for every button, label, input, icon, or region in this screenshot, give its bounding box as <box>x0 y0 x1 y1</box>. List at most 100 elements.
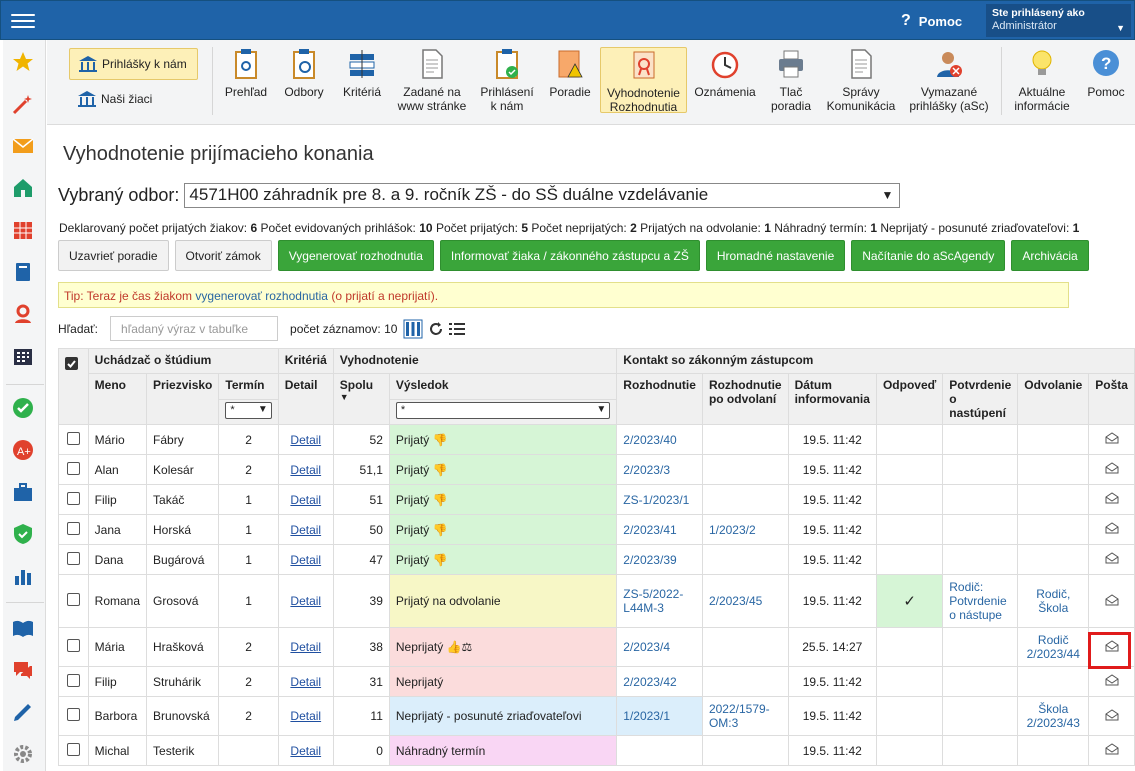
col-potvrdenie[interactable]: Potvrdenie o nastúpení <box>942 373 1019 425</box>
kriteria-button[interactable]: Kritériá <box>336 48 388 99</box>
pen-icon[interactable] <box>11 700 35 724</box>
row-checkbox[interactable] <box>66 431 80 445</box>
row-checkbox[interactable] <box>66 673 80 687</box>
mail-open-icon[interactable] <box>1105 743 1119 755</box>
col-priezvisko[interactable]: Priezvisko <box>146 373 220 425</box>
prehlad-button[interactable]: Prehľad <box>218 48 274 99</box>
home-icon[interactable] <box>11 176 35 200</box>
detail-link[interactable]: Detail <box>290 433 321 447</box>
spravy-komunikacia-button[interactable]: Správy Komunikácia <box>824 48 898 113</box>
detail-link[interactable]: Detail <box>290 463 321 477</box>
row-checkbox[interactable] <box>66 708 80 721</box>
detail-link[interactable]: Detail <box>290 640 321 654</box>
nasi-ziaci-button[interactable]: Naši žiaci <box>69 83 198 115</box>
row-checkbox[interactable] <box>66 742 80 756</box>
mail-open-icon[interactable] <box>1105 522 1119 534</box>
pomoc-button[interactable]: ? Pomoc <box>1082 48 1130 99</box>
rozhodnutie-po-odvolani-link[interactable]: 2022/1579-OM:3 <box>709 702 770 730</box>
rozhodnutie-link[interactable]: ZS-5/2022-L44M-3 <box>623 587 683 615</box>
row-checkbox[interactable] <box>66 551 80 565</box>
nacitanie-do-ascagendy-button[interactable]: Načítanie do aScAgendy <box>851 240 1006 271</box>
help-link[interactable]: ? Pomoc <box>901 12 962 30</box>
col-odvolanie[interactable]: Odvolanie <box>1017 373 1090 425</box>
row-checkbox[interactable] <box>66 461 80 475</box>
otvorit-zamok-button[interactable]: Otvoriť zámok <box>174 240 272 271</box>
mail-open-icon[interactable] <box>1105 674 1119 686</box>
col-posta[interactable]: Pošta <box>1088 373 1135 425</box>
check-circle-icon[interactable] <box>11 396 35 420</box>
user-menu[interactable]: Ste prihlásený ako Administrátor ▼ <box>986 4 1131 37</box>
briefcase-icon[interactable] <box>11 480 35 504</box>
col-meno[interactable]: Meno <box>87 373 148 425</box>
detail-link[interactable]: Detail <box>290 709 321 723</box>
mail-open-icon[interactable] <box>1105 593 1119 606</box>
rozhodnutie-link[interactable]: ZS-1/2023/1 <box>623 493 689 507</box>
rozhodnutie-link[interactable]: 2/2023/39 <box>623 553 676 567</box>
aktualne-informacie-button[interactable]: Aktuálne informácie <box>1010 48 1074 113</box>
detail-link[interactable]: Detail <box>290 553 321 567</box>
rozhodnutie-link[interactable]: 2/2023/40 <box>623 433 676 447</box>
col-datum-informovania[interactable]: Dátum informovania <box>787 373 877 425</box>
rozhodnutie-link[interactable]: 1/2023/1 <box>623 709 670 723</box>
grade-icon[interactable]: A+ <box>11 438 35 462</box>
magic-wand-icon[interactable] <box>11 92 35 116</box>
menu-icon[interactable] <box>11 10 35 30</box>
envelope-icon[interactable] <box>11 134 35 158</box>
row-checkbox[interactable] <box>66 491 80 505</box>
col-rozhodnutie[interactable]: Rozhodnutie <box>616 373 703 425</box>
rozhodnutie-link[interactable]: 2/2023/3 <box>623 463 670 477</box>
col-spolu[interactable]: Spolu ▼ <box>332 373 390 425</box>
open-book-icon[interactable] <box>11 616 35 640</box>
mail-open-icon[interactable] <box>1105 462 1119 474</box>
zadane-na-www-button[interactable]: Zadané na www stránke <box>393 48 471 113</box>
col-vysledok[interactable]: Výsledok <box>388 372 618 401</box>
detail-link[interactable]: Detail <box>290 594 321 608</box>
book-icon[interactable] <box>11 260 35 284</box>
tlac-poradia-button[interactable]: Tlač poradia <box>764 48 818 113</box>
refresh-icon[interactable] <box>429 321 443 336</box>
col-termin[interactable]: Termín <box>218 372 279 401</box>
gear-icon[interactable] <box>11 742 35 766</box>
row-checkbox[interactable] <box>66 639 80 652</box>
mail-open-icon[interactable] <box>1105 432 1119 444</box>
col-rozhodnutie-po-odvolani[interactable]: Rozhodnutie po odvolaní <box>701 373 789 425</box>
vysledok-filter-select[interactable]: * ▼ <box>395 402 611 420</box>
odbor-select[interactable]: 4571H00 záhradník pre 8. a 9. ročník ZŠ … <box>184 183 901 208</box>
star-icon[interactable] <box>11 50 35 74</box>
detail-link[interactable]: Detail <box>290 493 321 507</box>
select-all-checkbox[interactable] <box>65 357 78 370</box>
col-odpoved[interactable]: Odpoveď <box>875 373 944 425</box>
calendar-icon[interactable] <box>11 218 35 242</box>
informovat-ziaka-button[interactable]: Informovať žiaka / zákonného zástupcu a … <box>439 240 700 271</box>
vygenerovat-rozhodnutia-button[interactable]: Vygenerovať rozhodnutia <box>277 240 434 271</box>
tip-link[interactable]: vygenerovať rozhodnutia <box>195 289 328 303</box>
user-icon[interactable] <box>11 302 35 326</box>
chat-icon[interactable] <box>11 658 35 682</box>
termin-filter-select[interactable]: * ▼ <box>225 402 272 420</box>
detail-link[interactable]: Detail <box>290 744 321 758</box>
row-checkbox[interactable] <box>66 521 80 535</box>
hromadne-nastavenie-button[interactable]: Hromadné nastavenie <box>705 240 846 271</box>
detail-link[interactable]: Detail <box>290 675 321 689</box>
poradie-button[interactable]: Poradie <box>545 48 595 99</box>
shield-icon[interactable] <box>11 522 35 546</box>
oznamenia-button[interactable]: Oznámenia <box>692 48 758 99</box>
rozhodnutie-link[interactable]: 2/2023/42 <box>623 675 676 689</box>
mail-open-icon[interactable] <box>1105 552 1119 564</box>
vymazane-prihlasky-button[interactable]: Vymazané prihlášky (aSc) <box>904 48 994 113</box>
chart-icon[interactable] <box>11 564 35 588</box>
uzavriet-poradie-button[interactable]: Uzavrieť poradie <box>58 240 169 271</box>
search-input[interactable]: hľadaný výraz v tabuľke <box>110 316 279 341</box>
detail-link[interactable]: Detail <box>290 523 321 537</box>
prihlaseni-k-nam-button[interactable]: Prihlásení k nám <box>478 48 536 113</box>
rozhodnutie-link[interactable]: 2/2023/41 <box>623 523 676 537</box>
list-icon[interactable] <box>449 322 466 336</box>
schedule-icon[interactable] <box>11 344 35 368</box>
rozhodnutie-po-odvolani-link[interactable]: 1/2023/2 <box>709 523 756 537</box>
vyhodnotenie-rozhodnutia-button[interactable]: Vyhodnotenie Rozhodnutia <box>600 47 687 114</box>
odbory-button[interactable]: Odbory <box>279 48 329 99</box>
row-checkbox[interactable] <box>66 593 80 606</box>
columns-icon[interactable] <box>403 319 423 339</box>
archivacia-button[interactable]: Archivácia <box>1011 240 1089 271</box>
rozhodnutie-po-odvolani-link[interactable]: 2/2023/45 <box>709 594 762 608</box>
